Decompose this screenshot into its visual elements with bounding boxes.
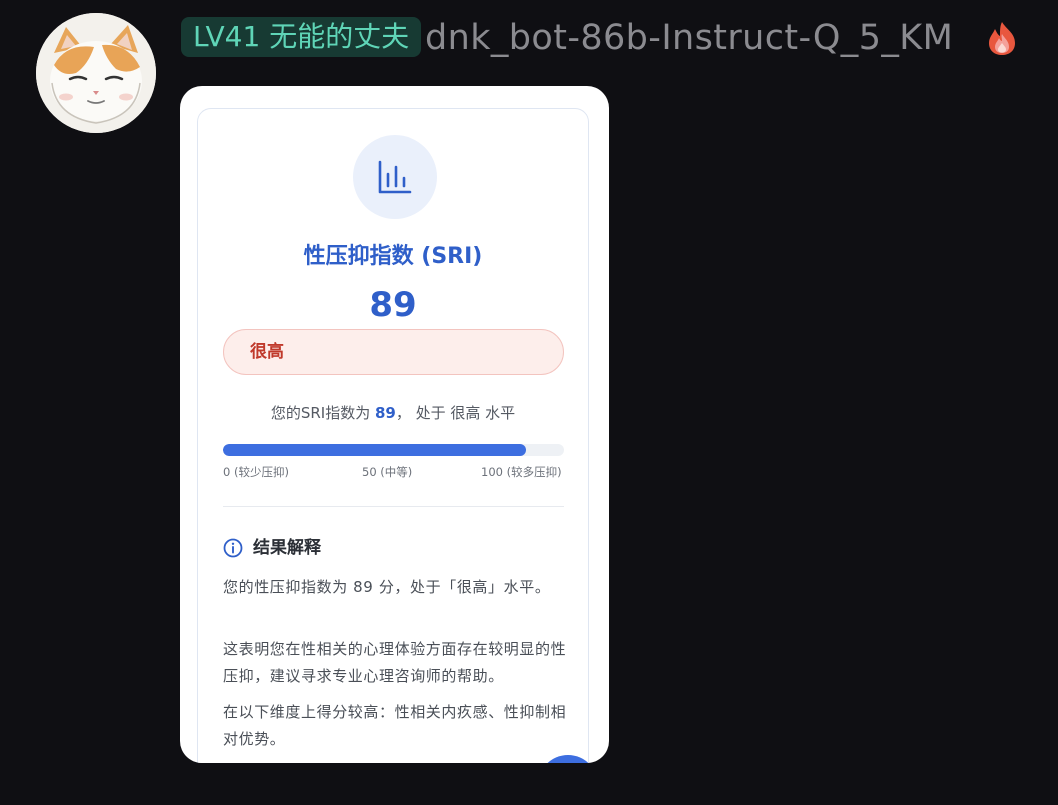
message-image-bubble[interactable]: 性压抑指数 (SRI) 89 很高 您的SRI指数为 89， 处于 很高 水平 … <box>180 86 609 763</box>
index-title: 性压抑指数 (SRI) <box>303 244 483 269</box>
score-progress-bar <box>223 444 564 456</box>
scale-min-label: 0 (较少压抑) <box>223 465 289 479</box>
summary-score: 89 <box>374 404 396 422</box>
score-progress-fill <box>223 444 527 456</box>
cat-avatar-icon <box>36 13 156 133</box>
user-avatar[interactable] <box>36 13 156 133</box>
fire-icon <box>985 20 1019 56</box>
info-icon <box>223 538 243 558</box>
interpretation-paragraph-1: 您的性压抑指数为 89 分，处于「很高」水平。 <box>223 578 551 596</box>
scale-mid-label: 50 (中等) <box>362 465 413 479</box>
scale-max-label: 100 (较多压抑) <box>481 465 562 479</box>
bar-chart-icon <box>378 160 412 194</box>
user-level-badge: LV41 无能的丈夫 <box>181 17 422 57</box>
chart-icon-container <box>353 135 437 219</box>
score-value: 89 <box>369 285 417 325</box>
username[interactable]: dnk_bot-86b-Instruct-Q_5_KM <box>425 15 953 61</box>
interpretation-title: 结果解释 <box>253 538 321 558</box>
score-summary: 您的SRI指数为 89， 处于 很高 水平 <box>198 401 588 425</box>
level-badge: 很高 <box>223 329 564 375</box>
summary-suffix: ， 处于 很高 水平 <box>395 404 516 422</box>
section-divider <box>223 506 564 507</box>
result-card: 性压抑指数 (SRI) 89 很高 您的SRI指数为 89， 处于 很高 水平 … <box>197 108 598 763</box>
summary-prefix: 您的SRI指数为 <box>270 404 375 422</box>
interpretation-paragraph-3: 在以下维度上得分较高：性相关内疚感、性抑制相对优势。 <box>223 703 567 748</box>
interpretation-paragraph-2: 这表明您在性相关的心理体验方面存在较明显的性压抑，建议寻求专业心理咨询师的帮助。 <box>223 640 567 685</box>
floating-action-button[interactable] <box>538 755 598 763</box>
